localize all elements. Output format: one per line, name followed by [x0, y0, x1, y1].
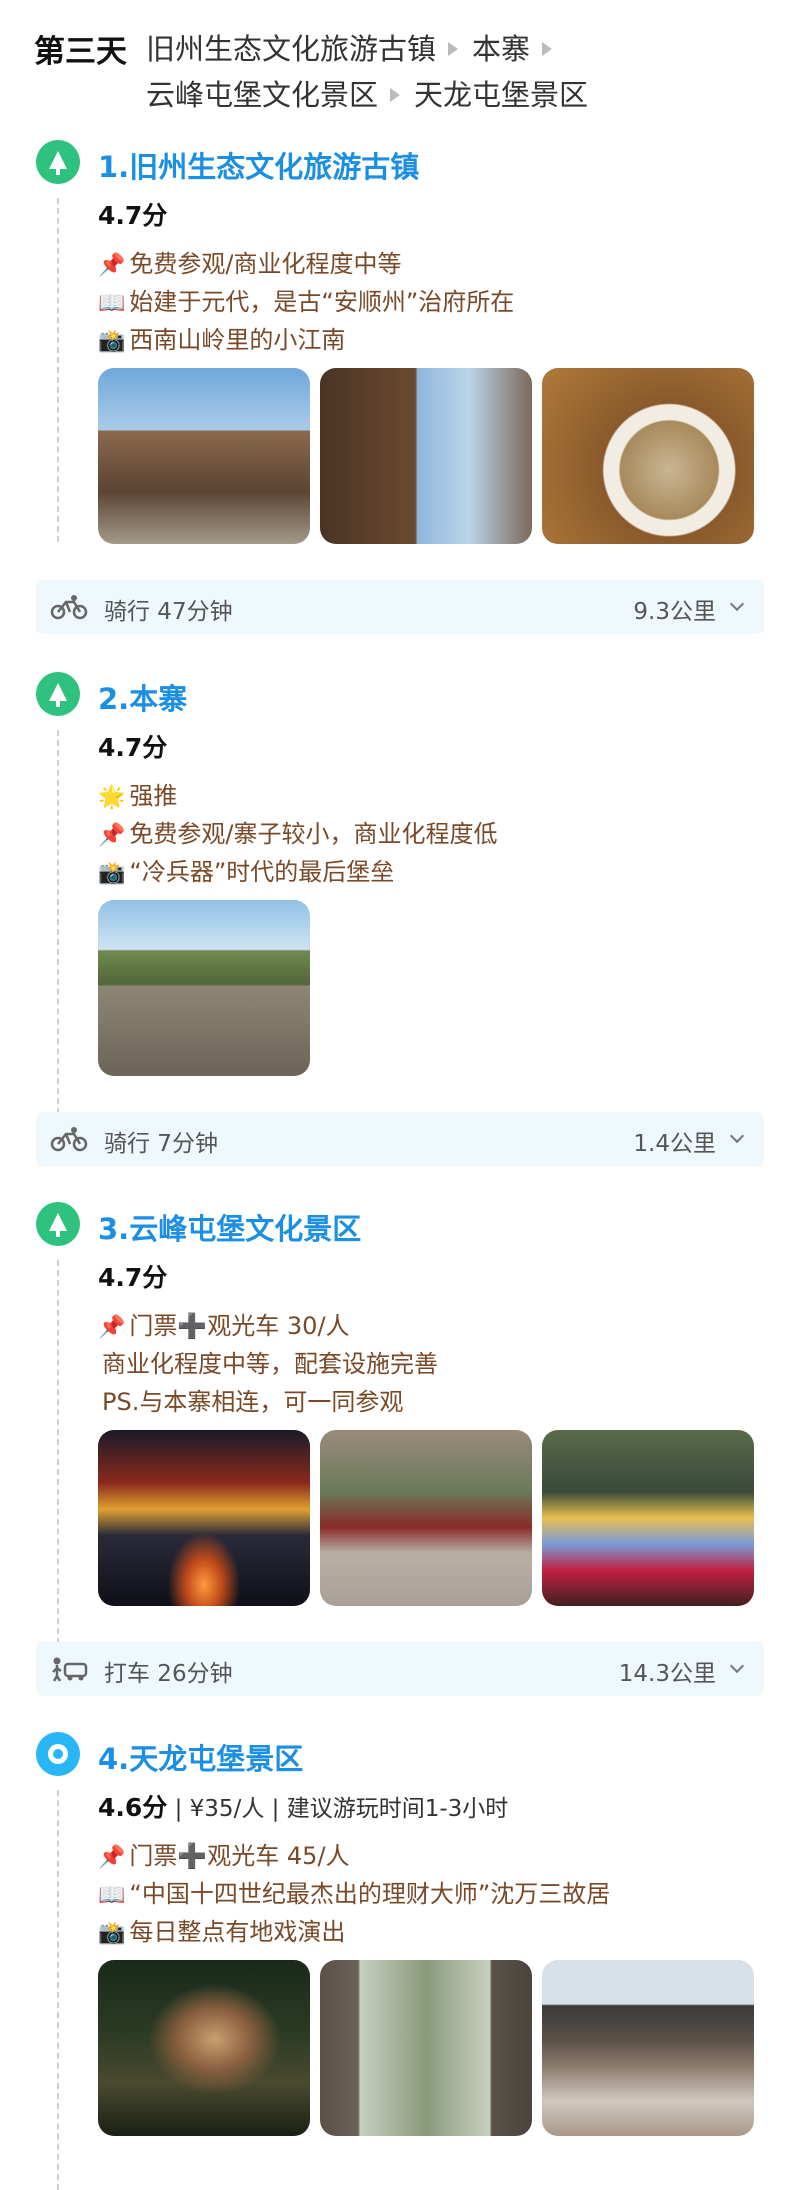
- chevron-down-icon[interactable]: [729, 1128, 745, 1144]
- bike-icon: [50, 1127, 88, 1152]
- route-stop[interactable]: 旧州生态文化旅游古镇: [146, 32, 436, 66]
- transit-distance: 9.3公里: [633, 599, 716, 625]
- transit-bar[interactable]: 骑行 7分钟 1.4公里: [36, 1112, 764, 1166]
- spot-info-line: 🌟 强推: [98, 782, 178, 810]
- cliff-fortress-photo[interactable]: [98, 1960, 310, 2136]
- chevron-down-icon[interactable]: [729, 1658, 745, 1674]
- old-town-street-photo[interactable]: [98, 368, 310, 544]
- spot-score: 4.6分 | ¥35/人 | 建议游玩时间1-3小时: [98, 1793, 509, 1822]
- destination-marker-icon: [36, 1732, 80, 1776]
- spot-title[interactable]: 2.本寨: [98, 676, 187, 718]
- photo-strip: [98, 900, 310, 1076]
- chevron-down-icon[interactable]: [729, 596, 745, 612]
- spot-score: 4.7分: [98, 1263, 168, 1292]
- spot-info-line: 📖 “中国十四世纪最杰出的理财大师”沈万三故居: [98, 1880, 611, 1908]
- spot-info-line: 📸 “冷兵器”时代的最后堡垒: [98, 858, 395, 886]
- stage-opera-photo[interactable]: [542, 1430, 754, 1606]
- transit-duration: 骑行 7分钟: [104, 1131, 218, 1157]
- tree-marker-icon: [36, 672, 80, 716]
- spot-info-line: 📖 始建于元代，是古“安顺州”治府所在: [98, 288, 515, 316]
- tree-marker-icon: [36, 140, 80, 184]
- taxi-icon: [52, 1657, 88, 1682]
- timeline-line: [57, 1790, 59, 2190]
- stone-roof-village-photo[interactable]: [98, 900, 310, 1076]
- spot-title[interactable]: 3.云峰屯堡文化景区: [98, 1206, 361, 1248]
- spot-info-line: 📌 免费参观/寨子较小，商业化程度低: [98, 820, 498, 848]
- photo-strip: [98, 1960, 754, 2136]
- triangle-right-icon: [448, 42, 459, 56]
- bike-icon: [50, 595, 88, 620]
- transit-distance: 1.4公里: [633, 1131, 716, 1157]
- spot-meta: | ¥35/人 | 建议游玩时间1-3小时: [167, 1796, 509, 1822]
- transit-bar[interactable]: 打车 26分钟 14.3公里: [36, 1642, 764, 1696]
- tree-marker-icon: [36, 1202, 80, 1246]
- spot-info-line: 📌 门票➕观光车 30/人: [98, 1312, 350, 1340]
- spot-info-line: 📸 每日整点有地戏演出: [98, 1918, 346, 1946]
- spot-info-line: 📸 西南山岭里的小江南: [98, 326, 346, 354]
- street-performance-photo[interactable]: [320, 1430, 532, 1606]
- timeline-line: [57, 198, 59, 542]
- spot-score: 4.7分: [98, 733, 168, 762]
- photo-strip: [98, 1430, 754, 1606]
- route-stop[interactable]: 云峰屯堡文化景区: [146, 78, 378, 112]
- timeline-line: [57, 1260, 59, 1674]
- spot-info-line: 📌 门票➕观光车 45/人: [98, 1842, 350, 1870]
- spot-title[interactable]: 1.旧州生态文化旅游古镇: [98, 144, 419, 186]
- spot-info-line: 商业化程度中等，配套设施完善: [102, 1350, 438, 1378]
- spot-info-line: PS.与本寨相连，可一同参观: [102, 1388, 404, 1416]
- spot-score: 4.7分: [98, 201, 168, 230]
- transit-duration: 打车 26分钟: [104, 1661, 233, 1687]
- night-gate-photo[interactable]: [98, 1430, 310, 1606]
- triangle-right-icon: [542, 42, 553, 56]
- route-stop[interactable]: 本寨: [472, 32, 530, 66]
- triangle-right-icon: [390, 88, 401, 102]
- transit-distance: 14.3公里: [618, 1661, 716, 1687]
- spot-title[interactable]: 4.天龙屯堡景区: [98, 1736, 303, 1778]
- spot-info-line: 📌 免费参观/商业化程度中等: [98, 250, 402, 278]
- timeline-line: [57, 730, 59, 1144]
- photo-strip: [98, 368, 754, 544]
- signpost-photo[interactable]: [320, 368, 532, 544]
- noodle-bowl-photo[interactable]: [542, 368, 754, 544]
- stone-gate-photo[interactable]: [320, 1960, 532, 2136]
- day-label: 第三天: [34, 34, 127, 70]
- route-breadcrumb: 旧州生态文化旅游古镇 本寨 云峰屯堡文化景区 天龙屯堡景区: [146, 26, 766, 118]
- courtyard-house-photo[interactable]: [542, 1960, 754, 2136]
- transit-duration: 骑行 47分钟: [104, 599, 233, 625]
- route-stop[interactable]: 天龙屯堡景区: [414, 78, 588, 112]
- transit-bar[interactable]: 骑行 47分钟 9.3公里: [36, 580, 764, 634]
